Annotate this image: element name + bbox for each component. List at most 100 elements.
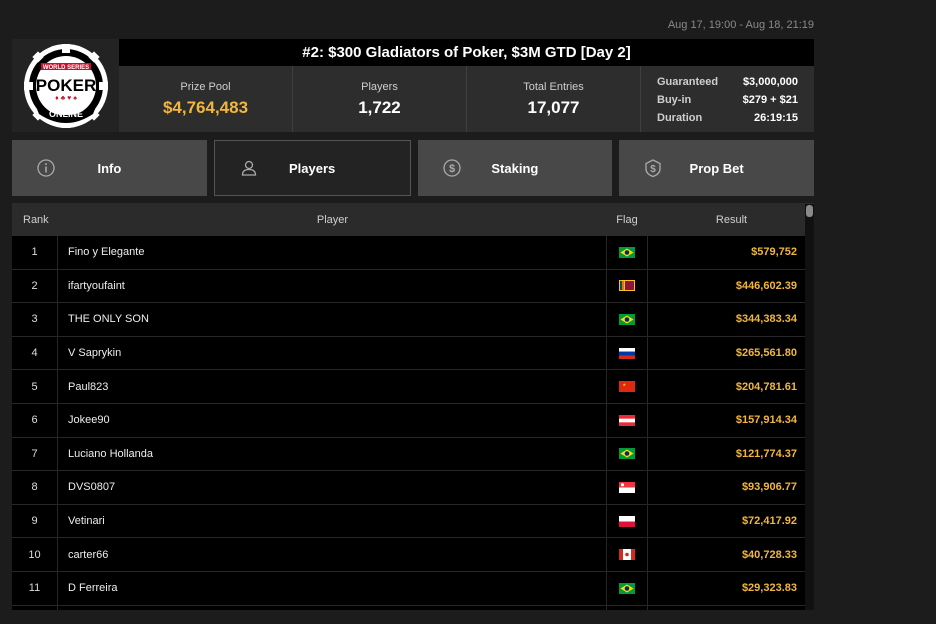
rank-cell: 10 bbox=[12, 538, 58, 571]
country-flag-icon: ★ bbox=[619, 381, 635, 393]
rank-cell: 2 bbox=[12, 269, 58, 303]
result-cell: $579,752 bbox=[751, 246, 797, 259]
svg-text:$: $ bbox=[650, 164, 656, 175]
flag-cell bbox=[607, 303, 648, 336]
flag-cell bbox=[607, 269, 648, 303]
result-header: Result bbox=[715, 213, 748, 226]
table-row[interactable]: 3 THE ONLY SON $344,383.34 bbox=[12, 303, 814, 337]
table-row[interactable]: 8 DVS0807 $93,906.77 bbox=[12, 471, 814, 505]
country-flag-icon bbox=[619, 347, 635, 359]
scrollbar[interactable] bbox=[805, 204, 814, 610]
scrollbar-thumb[interactable] bbox=[806, 205, 813, 217]
dollar-coin-icon: $ bbox=[442, 159, 461, 177]
prize-pool-value: $4,764,483 bbox=[162, 97, 249, 117]
player-name-cell: SlyRaise_13 bbox=[58, 605, 607, 610]
player-name-cell: ifartyoufaint bbox=[58, 269, 607, 303]
duration-value: 26:19:15 bbox=[753, 112, 798, 124]
result-cell: $121,774.37 bbox=[735, 447, 797, 460]
table-row[interactable]: 11 D Ferreira $29,323.83 bbox=[12, 571, 814, 606]
country-flag-icon bbox=[619, 280, 635, 292]
player-name-cell: Jokee90 bbox=[58, 403, 607, 437]
player-name-cell: Fino y Elegante bbox=[58, 236, 607, 269]
result-cell: $72,417.92 bbox=[741, 515, 797, 528]
player-name-cell: Paul823 bbox=[58, 370, 607, 403]
table-row[interactable]: 10 carter66 $40,728.33 bbox=[12, 538, 814, 572]
rank-cell: 5 bbox=[12, 370, 58, 403]
country-flag-icon bbox=[619, 448, 635, 460]
tournament-title: #2: $300 Gladiators of Poker, $3M GTD [D… bbox=[119, 39, 814, 66]
table-row[interactable]: 2 ifartyoufaint $446,602.39 bbox=[12, 269, 814, 304]
player-name-cell: carter66 bbox=[58, 538, 607, 571]
flag-cell bbox=[607, 403, 648, 437]
table-row[interactable]: 5 Paul823 ★ $204,781.61 bbox=[12, 370, 814, 404]
country-flag-icon bbox=[619, 481, 635, 493]
table-row[interactable]: 6 Jokee90 $157,914.34 bbox=[12, 403, 814, 438]
tournament-stats: Prize Pool $4,764,483 Players 1,722 Tota… bbox=[119, 66, 814, 132]
country-flag-icon bbox=[619, 515, 635, 527]
result-cell: $40,728.33 bbox=[741, 548, 797, 561]
result-cell: $344,383.34 bbox=[735, 313, 797, 326]
tab-bar: Info Players $ Staking $ Prop Bet bbox=[12, 140, 814, 196]
tab-staking[interactable]: $ Staking bbox=[417, 140, 613, 196]
rank-header: Rank bbox=[23, 213, 49, 226]
tab-players[interactable]: Players bbox=[213, 140, 411, 196]
prize-pool-stat: Prize Pool $4,764,483 bbox=[119, 66, 293, 132]
flag-header: Flag bbox=[616, 213, 638, 226]
players-table: Rank Player Flag Result 1 Fino y Elegante… bbox=[12, 203, 814, 610]
players-value: 1,722 bbox=[358, 97, 401, 117]
result-cell: $446,602.39 bbox=[735, 279, 797, 292]
flag-cell bbox=[607, 336, 648, 370]
rank-cell: 11 bbox=[12, 571, 58, 605]
duration-label: Duration bbox=[657, 112, 703, 124]
svg-text:POKER: POKER bbox=[35, 76, 95, 95]
tab-info[interactable]: Info bbox=[12, 140, 207, 196]
table-row[interactable]: 9 Vetinari $72,417.92 bbox=[12, 504, 814, 539]
entries-value: 17,077 bbox=[527, 97, 580, 117]
table-row[interactable]: 7 Luciano Hollanda $121,774.37 bbox=[12, 437, 814, 472]
country-flag-icon bbox=[619, 414, 635, 426]
wsop-logo: WORLD SERIES POKER ♦ ♣ ♥ ♠ ONLINE bbox=[12, 39, 119, 132]
flag-cell bbox=[607, 605, 648, 610]
country-flag-icon bbox=[619, 246, 635, 258]
table-header: Rank Player Flag Result bbox=[12, 203, 814, 236]
info-icon bbox=[37, 159, 55, 177]
flag-cell bbox=[607, 437, 648, 471]
prize-pool-label: Prize Pool bbox=[180, 80, 231, 93]
flag-cell bbox=[607, 236, 648, 269]
tournament-details: Guaranteed $3,000,000 Buy-in $279 + $21 Du… bbox=[641, 66, 814, 132]
entries-label: Total Entries bbox=[523, 80, 584, 93]
guaranteed-label: Guaranteed bbox=[657, 76, 719, 88]
flag-cell bbox=[607, 504, 648, 538]
svg-text:ONLINE: ONLINE bbox=[48, 109, 82, 119]
flag-cell bbox=[607, 538, 648, 571]
flag-cell bbox=[607, 571, 648, 605]
rank-cell: 6 bbox=[12, 403, 58, 437]
table-row[interactable]: 1 Fino y Elegante $579,752 bbox=[12, 236, 814, 270]
table-row[interactable]: 12SlyRaise_13$29,323.83 bbox=[12, 605, 814, 610]
result-cell: $157,914.34 bbox=[735, 414, 797, 427]
result-cell: $29,323.83 bbox=[741, 582, 797, 595]
tab-prop-bet[interactable]: $ Prop Bet bbox=[619, 140, 814, 196]
table-row[interactable]: 4V Saprykin $265,561.80 bbox=[12, 336, 814, 371]
rank-cell: 7 bbox=[12, 437, 58, 471]
player-name-cell: V Saprykin bbox=[58, 336, 607, 370]
player-name-cell: Luciano Hollanda bbox=[58, 437, 607, 471]
rank-cell: 12 bbox=[12, 605, 58, 610]
shield-dollar-icon: $ bbox=[645, 159, 661, 178]
country-flag-icon bbox=[619, 313, 635, 325]
rank-cell: 8 bbox=[12, 471, 58, 504]
rank-cell: 1 bbox=[12, 236, 58, 269]
guaranteed-value: $3,000,000 bbox=[742, 76, 798, 88]
svg-text:★: ★ bbox=[623, 382, 627, 387]
buyin-value: $279 + $21 bbox=[742, 94, 798, 106]
result-cell: $265,561.80 bbox=[735, 347, 797, 360]
country-flag-icon bbox=[619, 582, 635, 594]
flag-cell bbox=[607, 471, 648, 504]
players-stat: Players 1,722 bbox=[293, 66, 467, 132]
player-header: Player bbox=[316, 213, 349, 226]
rank-cell: 4 bbox=[12, 336, 58, 370]
tournament-header: WORLD SERIES POKER ♦ ♣ ♥ ♠ ONLINE #2: $3… bbox=[12, 39, 814, 132]
result-cell: $93,906.77 bbox=[741, 481, 797, 494]
rank-cell: 9 bbox=[12, 504, 58, 538]
entries-stat: Total Entries 17,077 bbox=[467, 66, 641, 132]
